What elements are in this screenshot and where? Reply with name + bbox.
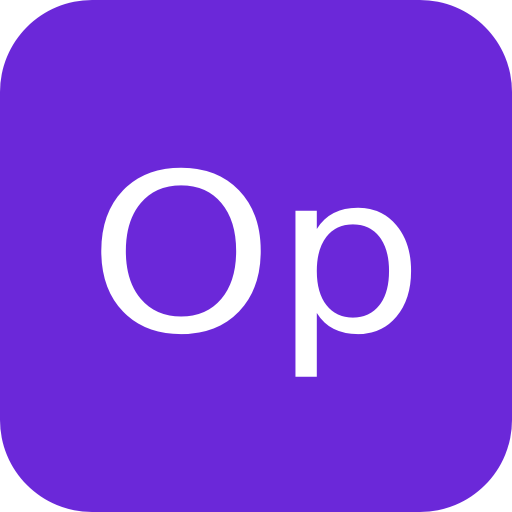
monogram-logo: Op: [88, 127, 424, 383]
app-icon: Op: [0, 0, 512, 512]
monogram-text: Op: [88, 127, 424, 383]
